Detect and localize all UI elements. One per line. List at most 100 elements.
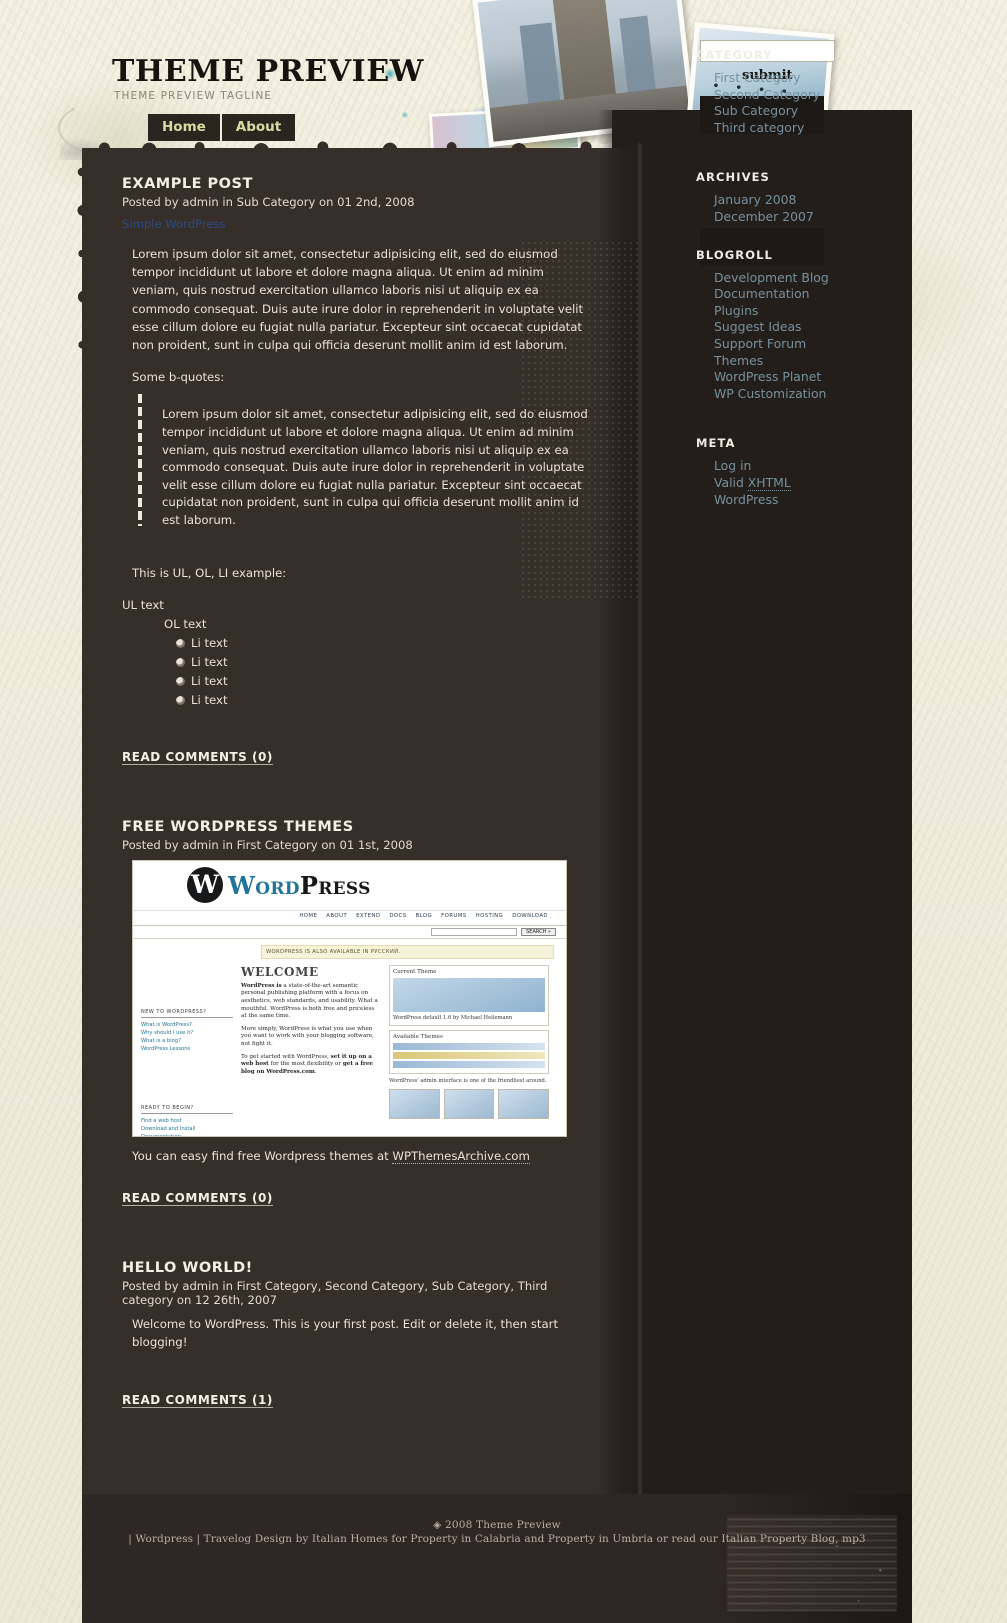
wp-shot-theme-bar: [393, 1042, 545, 1050]
list-intro: This is UL, OL, LI example:: [132, 565, 287, 580]
meta-valid-prefix: Valid: [714, 474, 748, 490]
list-item-label: Li text: [191, 635, 228, 650]
meta-link-log-in[interactable]: Log in: [714, 458, 936, 475]
site-tagline: THEME PREVIEW TAGLINE: [114, 90, 273, 102]
blogroll-link-development-blog[interactable]: Development Blog: [714, 270, 936, 287]
meta-link-wordpress[interactable]: WordPress: [714, 492, 936, 509]
wp-shot-welcome-p3: To get started with WordPress, set it up…: [241, 1054, 381, 1077]
post-hello-world: HELLO WORLD! Posted by admin in First Ca…: [122, 1260, 592, 1409]
blogroll-link-suggest-ideas[interactable]: Suggest Ideas: [714, 319, 936, 336]
wp-shot-left-column: NEW TO WORDPRESS? What is WordPress? Why…: [141, 965, 233, 1137]
wp-shot-link: Find a web host: [141, 1117, 182, 1124]
wp-nav-docs: DOCS: [389, 912, 407, 919]
blockquote-bar: [138, 394, 142, 527]
blogroll-link-wp-customization[interactable]: WP Customization: [714, 386, 936, 403]
wp-shot-section-title: NEW TO WORDPRESS?: [141, 1009, 233, 1018]
list-item-label: Li text: [191, 654, 228, 669]
archives-list: January 2008 December 2007: [696, 192, 936, 225]
blockquote-intro: Some b-quotes:: [132, 370, 225, 385]
list-item[interactable]: Third category: [714, 120, 936, 137]
widget-category: CATEGORY First Category Second Category …: [696, 48, 936, 136]
blogroll-list: Development Blog Documentation Plugins S…: [696, 270, 936, 403]
list-item: Li text: [176, 634, 592, 653]
wp-shot-link: WordPress Lessons: [141, 1045, 191, 1052]
wp-shot-link: Download and Install: [141, 1125, 196, 1132]
meta-link-xhtml[interactable]: XHTML: [747, 474, 791, 491]
wp-shot-section-title: READY TO BEGIN?: [141, 1105, 233, 1114]
list-item[interactable]: Support Forum: [714, 336, 936, 353]
wp-shot-header: W WordPress: [133, 860, 566, 911]
wp-nav-home: HOME: [299, 912, 318, 919]
widget-blogroll: BLOGROLL Development Blog Documentation …: [696, 248, 936, 403]
site-footer: ◈ 2008 Theme Preview | Wordpress | Trave…: [82, 1519, 912, 1545]
category-link-sub[interactable]: Sub Category: [714, 103, 936, 120]
blogroll-link-support-forum[interactable]: Support Forum: [714, 336, 936, 353]
list-item[interactable]: WP Customization: [714, 386, 936, 403]
wp-shot-logo-text: WordPress: [228, 871, 371, 900]
list-item-label: Li text: [191, 692, 228, 707]
list-item: Li text: [176, 691, 592, 710]
post-paragraph: Lorem ipsum dolor sit amet, consectetur …: [132, 247, 584, 353]
list-item[interactable]: Suggest Ideas: [714, 319, 936, 336]
wp-shot-theme-thumb: [393, 977, 545, 1012]
wp-shot-link: Why should I use it?: [141, 1029, 194, 1036]
footer-copyright: ◈ 2008 Theme Preview: [433, 1519, 561, 1531]
list-item[interactable]: Log in: [714, 458, 936, 475]
blogroll-link-documentation[interactable]: Documentation: [714, 286, 936, 303]
list-item[interactable]: Plugins: [714, 303, 936, 320]
post-free-wordpress-themes: FREE WORDPRESS THEMES Posted by admin in…: [122, 819, 592, 1206]
read-comments-link[interactable]: READ COMMENTS (1): [122, 1393, 273, 1409]
list-item[interactable]: WordPress Planet: [714, 369, 936, 386]
wp-shot-available-themes-box: Available Themes: [389, 1029, 549, 1074]
list-item[interactable]: January 2008: [714, 192, 936, 209]
wp-shot-search-button: SEARCH »: [521, 927, 556, 936]
list-item[interactable]: Sub Category: [714, 103, 936, 120]
blogroll-link-themes[interactable]: Themes: [714, 353, 936, 370]
wp-shot-link: What is a blog?: [141, 1037, 181, 1044]
wp-nav-blog: BLOG: [415, 912, 433, 919]
wordpress-org-screenshot: W WordPress HOME ABOUT EXTEND DOCS BLOG …: [132, 859, 567, 1137]
wp-shot-theme-name: WordPress default 1.6 by Michael Heilema…: [393, 1014, 513, 1021]
list-item[interactable]: December 2007: [714, 209, 936, 226]
category-link-second[interactable]: Second Category: [714, 87, 936, 104]
category-link-third[interactable]: Third category: [714, 120, 936, 137]
meta-valid-xhtml-row[interactable]: Valid XHTML: [714, 474, 936, 492]
widget-title: CATEGORY: [696, 48, 773, 62]
post-caption: You can easy find free Wordpress themes …: [132, 1148, 592, 1164]
wp-shot-link: Documentation: [141, 1133, 181, 1137]
post-example-post: EXAMPLE POST Posted by admin in Sub Cate…: [122, 176, 592, 765]
widget-archives: ARCHIVES January 2008 December 2007: [696, 170, 936, 225]
category-list: First Category Second Category Sub Categ…: [696, 70, 936, 136]
list-item: Li text: [176, 672, 592, 691]
list-item[interactable]: Development Blog: [714, 270, 936, 287]
post-inline-link[interactable]: Simple WordPress: [122, 217, 592, 231]
post-separator: [122, 1216, 592, 1260]
wp-shot-welcome-p2: More simply, WordPress is what you use w…: [241, 1025, 374, 1047]
blogroll-link-plugins[interactable]: Plugins: [714, 303, 936, 320]
archive-link-january-2008[interactable]: January 2008: [714, 192, 936, 209]
blogroll-link-wordpress-planet[interactable]: WordPress Planet: [714, 369, 936, 386]
bullet-icon: [176, 657, 185, 667]
archive-link-december-2007[interactable]: December 2007: [714, 209, 936, 226]
wp-shot-theme-bar: [393, 1051, 545, 1059]
category-link-first[interactable]: First Category: [714, 70, 936, 87]
list-item[interactable]: Second Category: [714, 87, 936, 104]
list-item[interactable]: Documentation: [714, 286, 936, 303]
caption-text: You can easy find free Wordpress themes …: [132, 1148, 393, 1163]
post-blockquote: Lorem ipsum dolor sit amet, consectetur …: [122, 394, 592, 549]
wp-shot-link: What is WordPress?: [141, 1021, 192, 1028]
post-body: Lorem ipsum dolor sit amet, consectetur …: [122, 245, 592, 710]
blockquote-text: Lorem ipsum dolor sit amet, consectetur …: [162, 407, 588, 527]
list-item[interactable]: Themes: [714, 353, 936, 370]
wp-shot-gallery-item: [443, 1088, 495, 1119]
ol-text: OL text: [164, 616, 207, 631]
read-comments-link[interactable]: READ COMMENTS (0): [122, 1191, 273, 1206]
list-item[interactable]: WordPress: [714, 492, 936, 509]
wp-shot-welcome-bold: WordPress is: [241, 982, 282, 989]
wp-shot-searchbar: SEARCH »: [133, 926, 566, 939]
wp-shot-gallery: [389, 1088, 550, 1119]
post-separator: [122, 775, 592, 819]
read-comments-link[interactable]: READ COMMENTS (0): [122, 750, 273, 765]
post-meta: Posted by admin in First Category on 01 …: [122, 837, 413, 852]
list-item[interactable]: First Category: [714, 70, 936, 87]
